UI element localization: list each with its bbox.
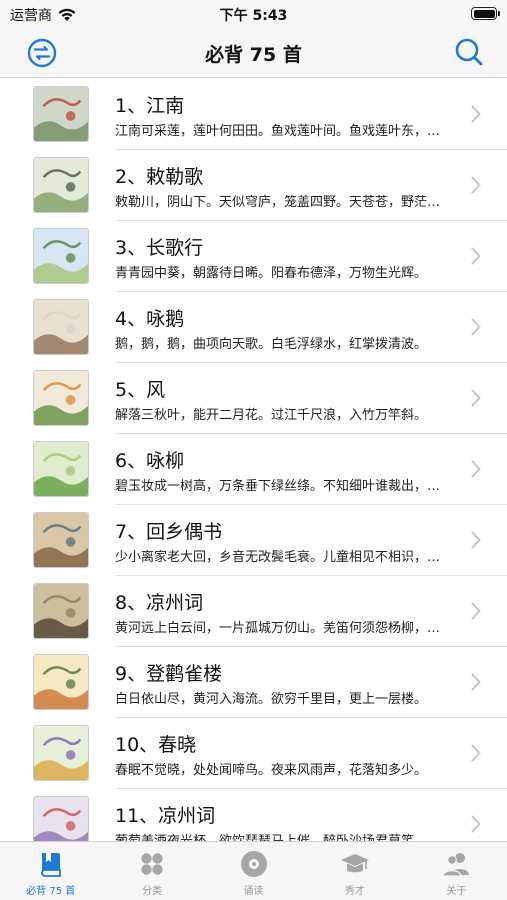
poem-excerpt: 葡萄美酒夜光杯，欲饮琵琶马上催。醉卧沙场君莫笑，古来征战几人回。 <box>115 830 445 841</box>
tab-label-about: 关于 <box>446 886 467 897</box>
poem-title: 8、凉州词 <box>115 592 204 614</box>
chevron-right-icon <box>471 247 481 265</box>
poem-thumbnail <box>33 796 89 841</box>
chevron-right-icon <box>471 673 481 691</box>
chevron-right-icon <box>471 318 481 336</box>
poem-thumbnail <box>33 86 89 142</box>
tab-category[interactable]: 分类 <box>101 842 202 900</box>
tab-label-recite: 诵读 <box>243 886 264 897</box>
tab-label-scholar: 秀才 <box>344 886 365 897</box>
tab-scholar[interactable]: 秀才 <box>304 842 405 900</box>
chevron-right-icon <box>471 815 481 833</box>
poem-thumbnail <box>33 441 89 497</box>
book-icon <box>40 853 61 877</box>
poem-thumbnail <box>33 157 89 213</box>
poem-thumbnail <box>33 370 89 426</box>
tab-bar: 必背 75 首 分类 诵读 秀才 关于 <box>0 841 507 900</box>
poem-title: 4、咏鹅 <box>115 308 185 330</box>
poem-thumbnail <box>33 228 89 284</box>
tab-bibei[interactable]: 必背 75 首 <box>0 842 101 900</box>
navigation-bar: 必背 75 首 <box>0 30 507 78</box>
poem-thumbnail <box>33 725 89 781</box>
poem-title: 11、凉州词 <box>115 805 216 827</box>
tab-about[interactable]: 关于 <box>406 842 507 900</box>
poem-excerpt: 碧玉妆成一树高，万条垂下绿丝绦。不知细叶谁裁出，二月春风似剪刀。 <box>115 479 445 494</box>
poem-row[interactable]: 3、长歌行青青园中葵，朝露待日晞。阳春布德泽，万物生光辉。 <box>0 221 507 292</box>
poem-title: 10、春晓 <box>115 734 197 756</box>
chevron-right-icon <box>471 602 481 620</box>
chevron-right-icon <box>471 744 481 762</box>
poem-title: 2、敕勒歌 <box>115 166 204 188</box>
poem-title: 7、回乡偶书 <box>115 521 223 543</box>
tab-label-bibei: 必背 75 首 <box>26 886 76 897</box>
poem-excerpt: 鹅，鹅，鹅，曲项向天歌。白毛浮绿水，红掌拨清波。 <box>115 337 428 352</box>
poem-row[interactable]: 6、咏柳碧玉妆成一树高，万条垂下绿丝绦。不知细叶谁裁出，二月春风似剪刀。 <box>0 434 507 505</box>
disc-icon <box>240 851 267 877</box>
poem-excerpt: 少小离家老大回，乡音无改鬓毛衰。儿童相见不相识，笑问客从何处来。 <box>115 550 445 565</box>
poem-title: 1、江南 <box>115 95 185 117</box>
poem-excerpt: 白日依山尽，黄河入海流。欲穷千里目，更上一层楼。 <box>115 692 428 707</box>
poem-row[interactable]: 7、回乡偶书少小离家老大回，乡音无改鬓毛衰。儿童相见不相识，笑问客从何处来。 <box>0 505 507 576</box>
poem-row[interactable]: 5、风解落三秋叶，能开二月花。过江千尺浪，入竹万竿斜。 <box>0 363 507 434</box>
poem-thumbnail <box>33 512 89 568</box>
poem-thumbnail <box>33 583 89 639</box>
poem-excerpt: 黄河远上白云间，一片孤城万仞山。羌笛何须怨杨柳，春风不度玉门关。 <box>115 621 445 636</box>
battery-icon <box>471 7 500 20</box>
page-title: 必背 75 首 <box>205 44 302 66</box>
chevron-right-icon <box>471 460 481 478</box>
poem-excerpt: 春眠不觉晓，处处闻啼鸟。夜来风雨声，花落知多少。 <box>115 763 428 778</box>
poem-row[interactable]: 9、登鹳雀楼白日依山尽，黄河入海流。欲穷千里目，更上一层楼。 <box>0 647 507 718</box>
poem-title: 5、风 <box>115 379 166 401</box>
poem-row[interactable]: 10、春晓春眠不觉晓，处处闻啼鸟。夜来风雨声，花落知多少。 <box>0 718 507 789</box>
tab-label-category: 分类 <box>142 886 163 897</box>
graduation-cap-icon <box>340 854 369 873</box>
poem-title: 6、咏柳 <box>115 450 185 472</box>
status-bar: 运营商 下午 5:43 <box>0 0 507 30</box>
poem-excerpt: 解落三秋叶，能开二月花。过江千尺浪，入竹万竿斜。 <box>115 408 428 423</box>
poem-excerpt: 敕勒川，阴山下。天似穹庐，笼盖四野。天苍苍，野茫茫，风吹草低见牛羊。 <box>115 195 445 210</box>
poem-list: 1、江南江南可采莲，莲叶何田田。鱼戏莲叶间。鱼戏莲叶东，鱼戏莲叶西，鱼戏莲叶南，… <box>0 79 507 841</box>
poem-row[interactable]: 11、凉州词葡萄美酒夜光杯，欲饮琵琶马上催。醉卧沙场君莫笑，古来征战几人回。 <box>0 789 507 841</box>
chevron-right-icon <box>471 105 481 123</box>
poem-row[interactable]: 4、咏鹅鹅，鹅，鹅，曲项向天歌。白毛浮绿水，红掌拨清波。 <box>0 292 507 363</box>
status-time: 下午 5:43 <box>219 8 288 24</box>
chevron-right-icon <box>471 389 481 407</box>
grid-icon <box>141 853 163 875</box>
poem-excerpt: 江南可采莲，莲叶何田田。鱼戏莲叶间。鱼戏莲叶东，鱼戏莲叶西，鱼戏莲叶南，鱼戏莲叶… <box>115 124 445 139</box>
people-icon <box>442 853 470 877</box>
search-icon[interactable] <box>453 36 485 68</box>
poem-row[interactable]: 8、凉州词黄河远上白云间，一片孤城万仞山。羌笛何须怨杨柳，春风不度玉门关。 <box>0 576 507 647</box>
poem-title: 9、登鹳雀楼 <box>115 663 223 685</box>
poem-row[interactable]: 1、江南江南可采莲，莲叶何田田。鱼戏莲叶间。鱼戏莲叶东，鱼戏莲叶西，鱼戏莲叶南，… <box>0 79 507 150</box>
poem-thumbnail <box>33 654 89 710</box>
chevron-right-icon <box>471 531 481 549</box>
poem-thumbnail <box>33 299 89 355</box>
chevron-right-icon <box>471 176 481 194</box>
poem-title: 3、长歌行 <box>115 237 204 259</box>
poem-row[interactable]: 2、敕勒歌敕勒川，阴山下。天似穹庐，笼盖四野。天苍苍，野茫茫，风吹草低见牛羊。 <box>0 150 507 221</box>
poem-excerpt: 青青园中葵，朝露待日晞。阳春布德泽，万物生光辉。 <box>115 266 428 281</box>
battery-level <box>473 9 495 18</box>
tab-recite[interactable]: 诵读 <box>203 842 304 900</box>
